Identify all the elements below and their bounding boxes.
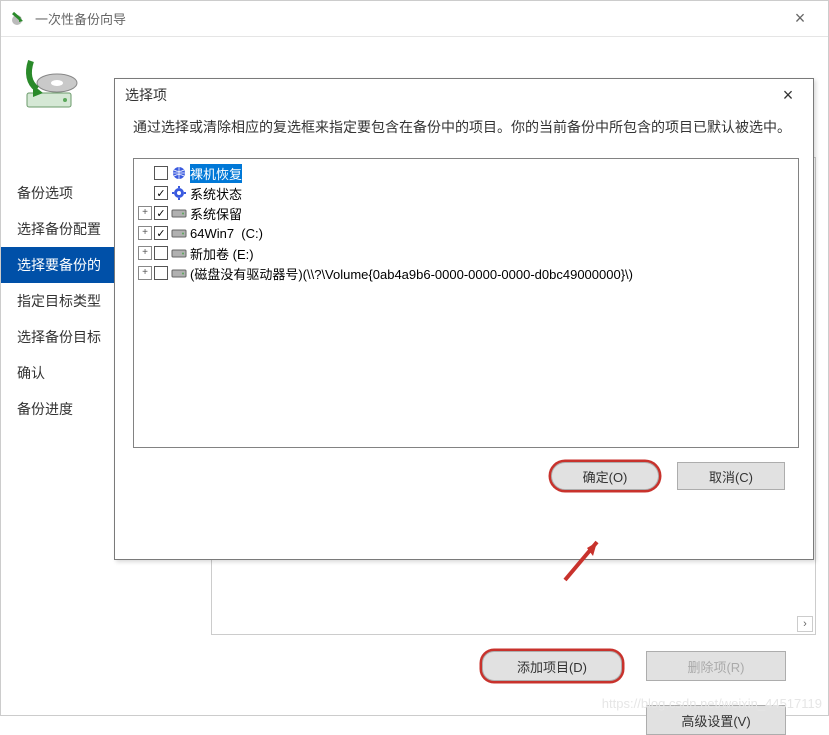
tree-label: 裸机恢复 (190, 164, 242, 183)
globe-icon (170, 165, 188, 181)
drive-icon (170, 245, 188, 261)
ok-button[interactable]: 确定(O) (551, 462, 659, 490)
gear-icon (170, 185, 188, 201)
dialog-close-button[interactable]: × (773, 85, 803, 106)
tree-row-system-state[interactable]: 系统状态 (138, 183, 794, 203)
tree-row-unlabeled-volume[interactable]: + (磁盘没有驱动器号)(\\?\Volume{0ab4a9b6-0000-00… (138, 263, 794, 283)
dialog-titlebar: 选择项 × (115, 79, 813, 111)
drive-icon (170, 205, 188, 221)
tree-expander[interactable]: + (138, 266, 152, 280)
drive-icon (170, 265, 188, 281)
tree-checkbox[interactable] (154, 186, 168, 200)
tree-expander[interactable]: + (138, 206, 152, 220)
tree-label: 系统状态 (190, 184, 242, 203)
tree-row-system-reserved[interactable]: + 系统保留 (138, 203, 794, 223)
dialog-title: 选择项 (125, 85, 167, 105)
tree-checkbox[interactable] (154, 166, 168, 180)
tree-label: 系统保留 (190, 204, 242, 223)
items-tree[interactable]: 裸机恢复 系统状态 + 系统保留 + 64Win7 (C:) + 新加卷 (E:… (133, 158, 799, 448)
tree-checkbox[interactable] (154, 206, 168, 220)
tree-expander[interactable]: + (138, 226, 152, 240)
tree-checkbox[interactable] (154, 266, 168, 280)
window-close-button[interactable]: × (780, 8, 820, 29)
tree-expander[interactable]: + (138, 246, 152, 260)
main-titlebar: 一次性备份向导 × (1, 1, 828, 37)
drive-icon (170, 225, 188, 241)
select-items-dialog: 选择项 × 通过选择或清除相应的复选框来指定要包含在备份中的项目。你的当前备份中… (114, 78, 814, 560)
cancel-button[interactable]: 取消(C) (677, 462, 785, 490)
remove-item-button: 删除项(R) (646, 651, 786, 681)
app-icon (9, 9, 29, 29)
tree-label: (磁盘没有驱动器号)(\\?\Volume{0ab4a9b6-0000-0000… (190, 264, 633, 283)
tree-label: 新加卷 (E:) (190, 244, 254, 263)
tree-checkbox[interactable] (154, 226, 168, 240)
tree-row-bare-metal-recovery[interactable]: 裸机恢复 (138, 163, 794, 183)
watermark-text: https://blog.csdn.net/weixin_44517119 (602, 696, 822, 711)
scroll-right-arrow[interactable]: › (797, 616, 813, 632)
tree-row-c-drive[interactable]: + 64Win7 (C:) (138, 223, 794, 243)
wizard-header-icon (19, 55, 79, 115)
tree-label: 64Win7 (C:) (190, 226, 263, 241)
add-item-button[interactable]: 添加项目(D) (482, 651, 622, 681)
window-title: 一次性备份向导 (35, 9, 126, 28)
tree-row-e-drive[interactable]: + 新加卷 (E:) (138, 243, 794, 263)
dialog-description: 通过选择或清除相应的复选框来指定要包含在备份中的项目。你的当前备份中所包含的项目… (115, 111, 813, 150)
tree-checkbox[interactable] (154, 246, 168, 260)
